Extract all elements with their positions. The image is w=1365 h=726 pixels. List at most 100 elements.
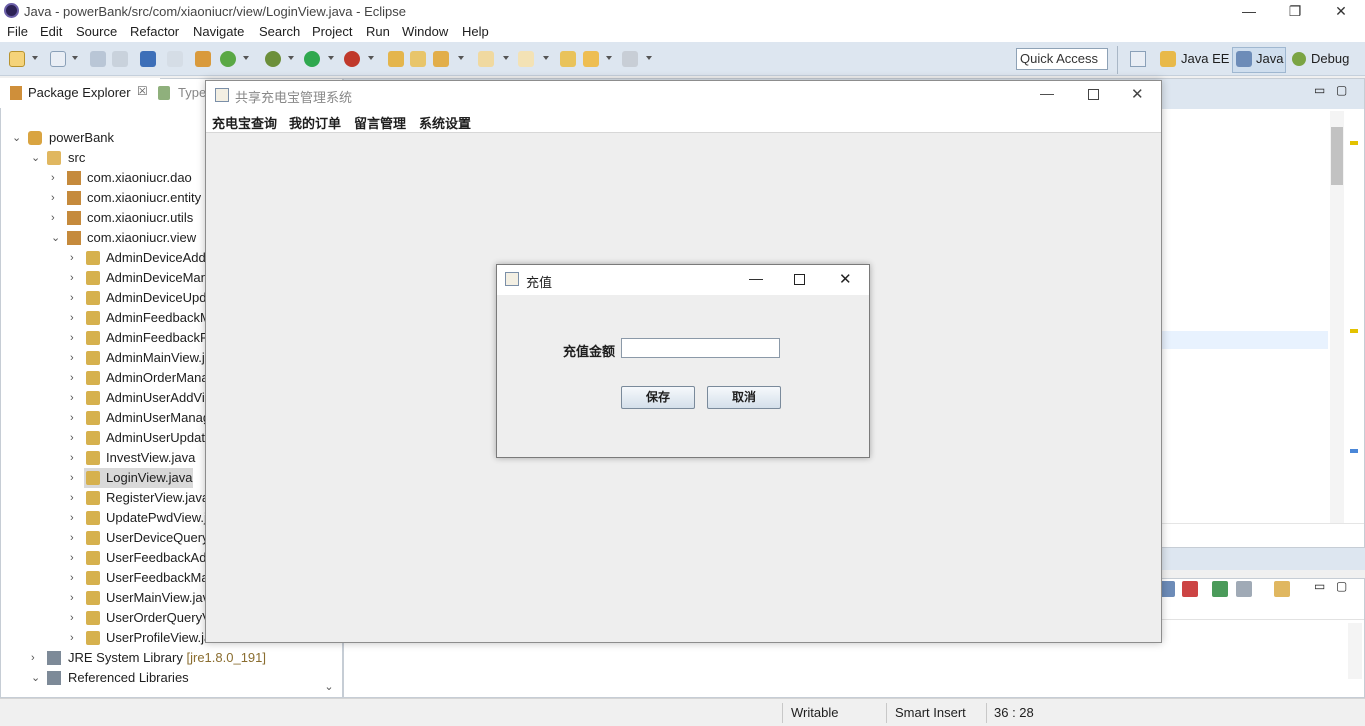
close-tab-icon[interactable]: ☒ [137,84,148,98]
chevron-down-icon[interactable] [368,56,374,60]
tree-file[interactable]: UserOrderQueryV [106,608,211,628]
menu-run[interactable]: Run [366,24,390,39]
chevron-right-icon[interactable]: › [70,548,74,568]
tree-file[interactable]: UserFeedbackAd [106,548,206,568]
external-tools-icon[interactable] [344,51,360,67]
vertical-scrollbar[interactable] [1330,111,1344,523]
chevron-down-icon[interactable]: ⌄ [31,668,40,688]
tree-file[interactable]: AdminFeedbackM [106,308,211,328]
tree-file[interactable]: UserDeviceQuery [106,528,209,548]
chevron-right-icon[interactable]: › [70,448,74,468]
tree-src[interactable]: src [68,148,85,168]
chevron-down-icon[interactable] [288,56,294,60]
perspective-debug[interactable]: Debug [1311,51,1349,66]
chevron-down-icon[interactable] [243,56,249,60]
chevron-down-icon[interactable]: ⌄ [51,228,60,248]
amount-input[interactable] [621,338,780,358]
chevron-down-icon[interactable] [458,56,464,60]
menu-edit[interactable]: Edit [40,24,62,39]
chevron-right-icon[interactable]: › [70,588,74,608]
tree-package[interactable]: com.xiaoniucr.dao [87,168,192,188]
chevron-right-icon[interactable]: › [31,648,35,668]
package-explorer-tab[interactable]: Package Explorer ☒ [0,78,160,108]
menu-powerbank-query[interactable]: 充电宝查询 [212,113,277,132]
quick-access-input[interactable]: Quick Access [1016,48,1108,70]
tree-file[interactable]: AdminOrderMana [106,368,209,388]
chevron-right-icon[interactable]: › [70,308,74,328]
app-maximize-button[interactable] [1088,89,1099,100]
tree-file[interactable]: UserMainView.jav [106,588,209,608]
chevron-right-icon[interactable]: › [70,368,74,388]
chevron-right-icon[interactable]: › [70,468,74,488]
chevron-right-icon[interactable]: › [70,248,74,268]
debug-icon[interactable] [265,51,281,67]
chevron-right-icon[interactable]: › [70,408,74,428]
annotation-icon[interactable] [433,51,449,67]
open-folder-icon[interactable] [388,51,404,67]
tree-project[interactable]: powerBank [49,128,114,148]
chevron-right-icon[interactable]: › [51,188,55,208]
perspective-java[interactable]: Java [1256,51,1283,66]
chevron-right-icon[interactable]: › [70,628,74,648]
open-console-icon[interactable] [1212,581,1228,597]
menu-source[interactable]: Source [76,24,117,39]
chevron-down-icon[interactable] [606,56,612,60]
chevron-down-icon[interactable]: ⌄ [31,148,40,168]
chevron-down-icon[interactable] [503,56,509,60]
new-icon[interactable] [9,51,25,67]
chevron-right-icon[interactable]: › [70,488,74,508]
back-icon[interactable] [583,51,599,67]
menu-feedback[interactable]: 留言管理 [354,113,406,132]
view-menu-icon[interactable] [1236,581,1252,597]
minimize-view-icon[interactable]: ▭ [1314,579,1325,593]
menu-my-orders[interactable]: 我的订单 [289,113,341,132]
chevron-right-icon[interactable]: › [70,568,74,588]
menu-project[interactable]: Project [312,24,352,39]
overview-marker[interactable] [1350,329,1358,333]
tree-file[interactable]: AdminUserManag [106,408,210,428]
overview-marker[interactable] [1350,141,1358,145]
chevron-down-icon[interactable] [328,56,334,60]
scrollbar-thumb[interactable] [1331,127,1343,185]
chevron-right-icon[interactable]: › [70,528,74,548]
app-minimize-button[interactable]: — [1040,85,1054,101]
display-console-icon[interactable] [1182,581,1198,597]
save-button[interactable]: 保存 [621,386,695,409]
chevron-right-icon[interactable]: › [70,348,74,368]
maximize-view-icon[interactable]: ▢ [1336,83,1347,97]
minimize-button[interactable]: — [1226,0,1272,22]
save-icon[interactable] [90,51,106,67]
tree-file[interactable]: RegisterView.java [106,488,209,508]
perspective-java-ee[interactable]: Java EE [1181,51,1229,66]
chevron-down-icon[interactable] [32,56,38,60]
menu-refactor[interactable]: Refactor [130,24,179,39]
last-edit-icon[interactable] [560,51,576,67]
new-package-icon[interactable] [50,51,66,67]
chevron-down-icon[interactable] [543,56,549,60]
tree-package[interactable]: com.xiaoniucr.entity [87,188,201,208]
dialog-minimize-button[interactable]: — [749,270,763,286]
maximize-button[interactable]: ❐ [1272,0,1318,22]
tree-jre[interactable]: JRE System Library [jre1.8.0_191] [68,648,266,668]
tree-package[interactable]: com.xiaoniucr.view [87,228,196,248]
chevron-right-icon[interactable]: › [70,268,74,288]
tree-file[interactable]: UpdatePwdView.j [106,508,207,528]
run-icon[interactable] [304,51,320,67]
refresh-icon[interactable] [220,51,236,67]
menu-window[interactable]: Window [402,24,448,39]
tree-file[interactable]: AdminUserUpdat [106,428,205,448]
menu-settings[interactable]: 系统设置 [419,113,471,132]
tree-file-selected[interactable]: LoginView.java [106,468,193,488]
type-hierarchy-tab[interactable]: Type [178,85,206,100]
tree-file[interactable]: AdminDeviceAdd [106,248,206,268]
dialog-maximize-button[interactable] [794,274,805,285]
open-perspective-icon[interactable] [1130,51,1146,67]
tree-referenced-libraries[interactable]: Referenced Libraries [68,668,189,688]
chevron-right-icon[interactable]: › [51,208,55,228]
app-close-button[interactable]: ✕ [1131,85,1144,103]
tree-file[interactable]: InvestView.java [106,448,195,468]
chevron-right-icon[interactable]: › [70,608,74,628]
save-all-icon[interactable] [112,51,128,67]
menu-search[interactable]: Search [259,24,300,39]
prev-annotation-icon[interactable] [518,51,534,67]
